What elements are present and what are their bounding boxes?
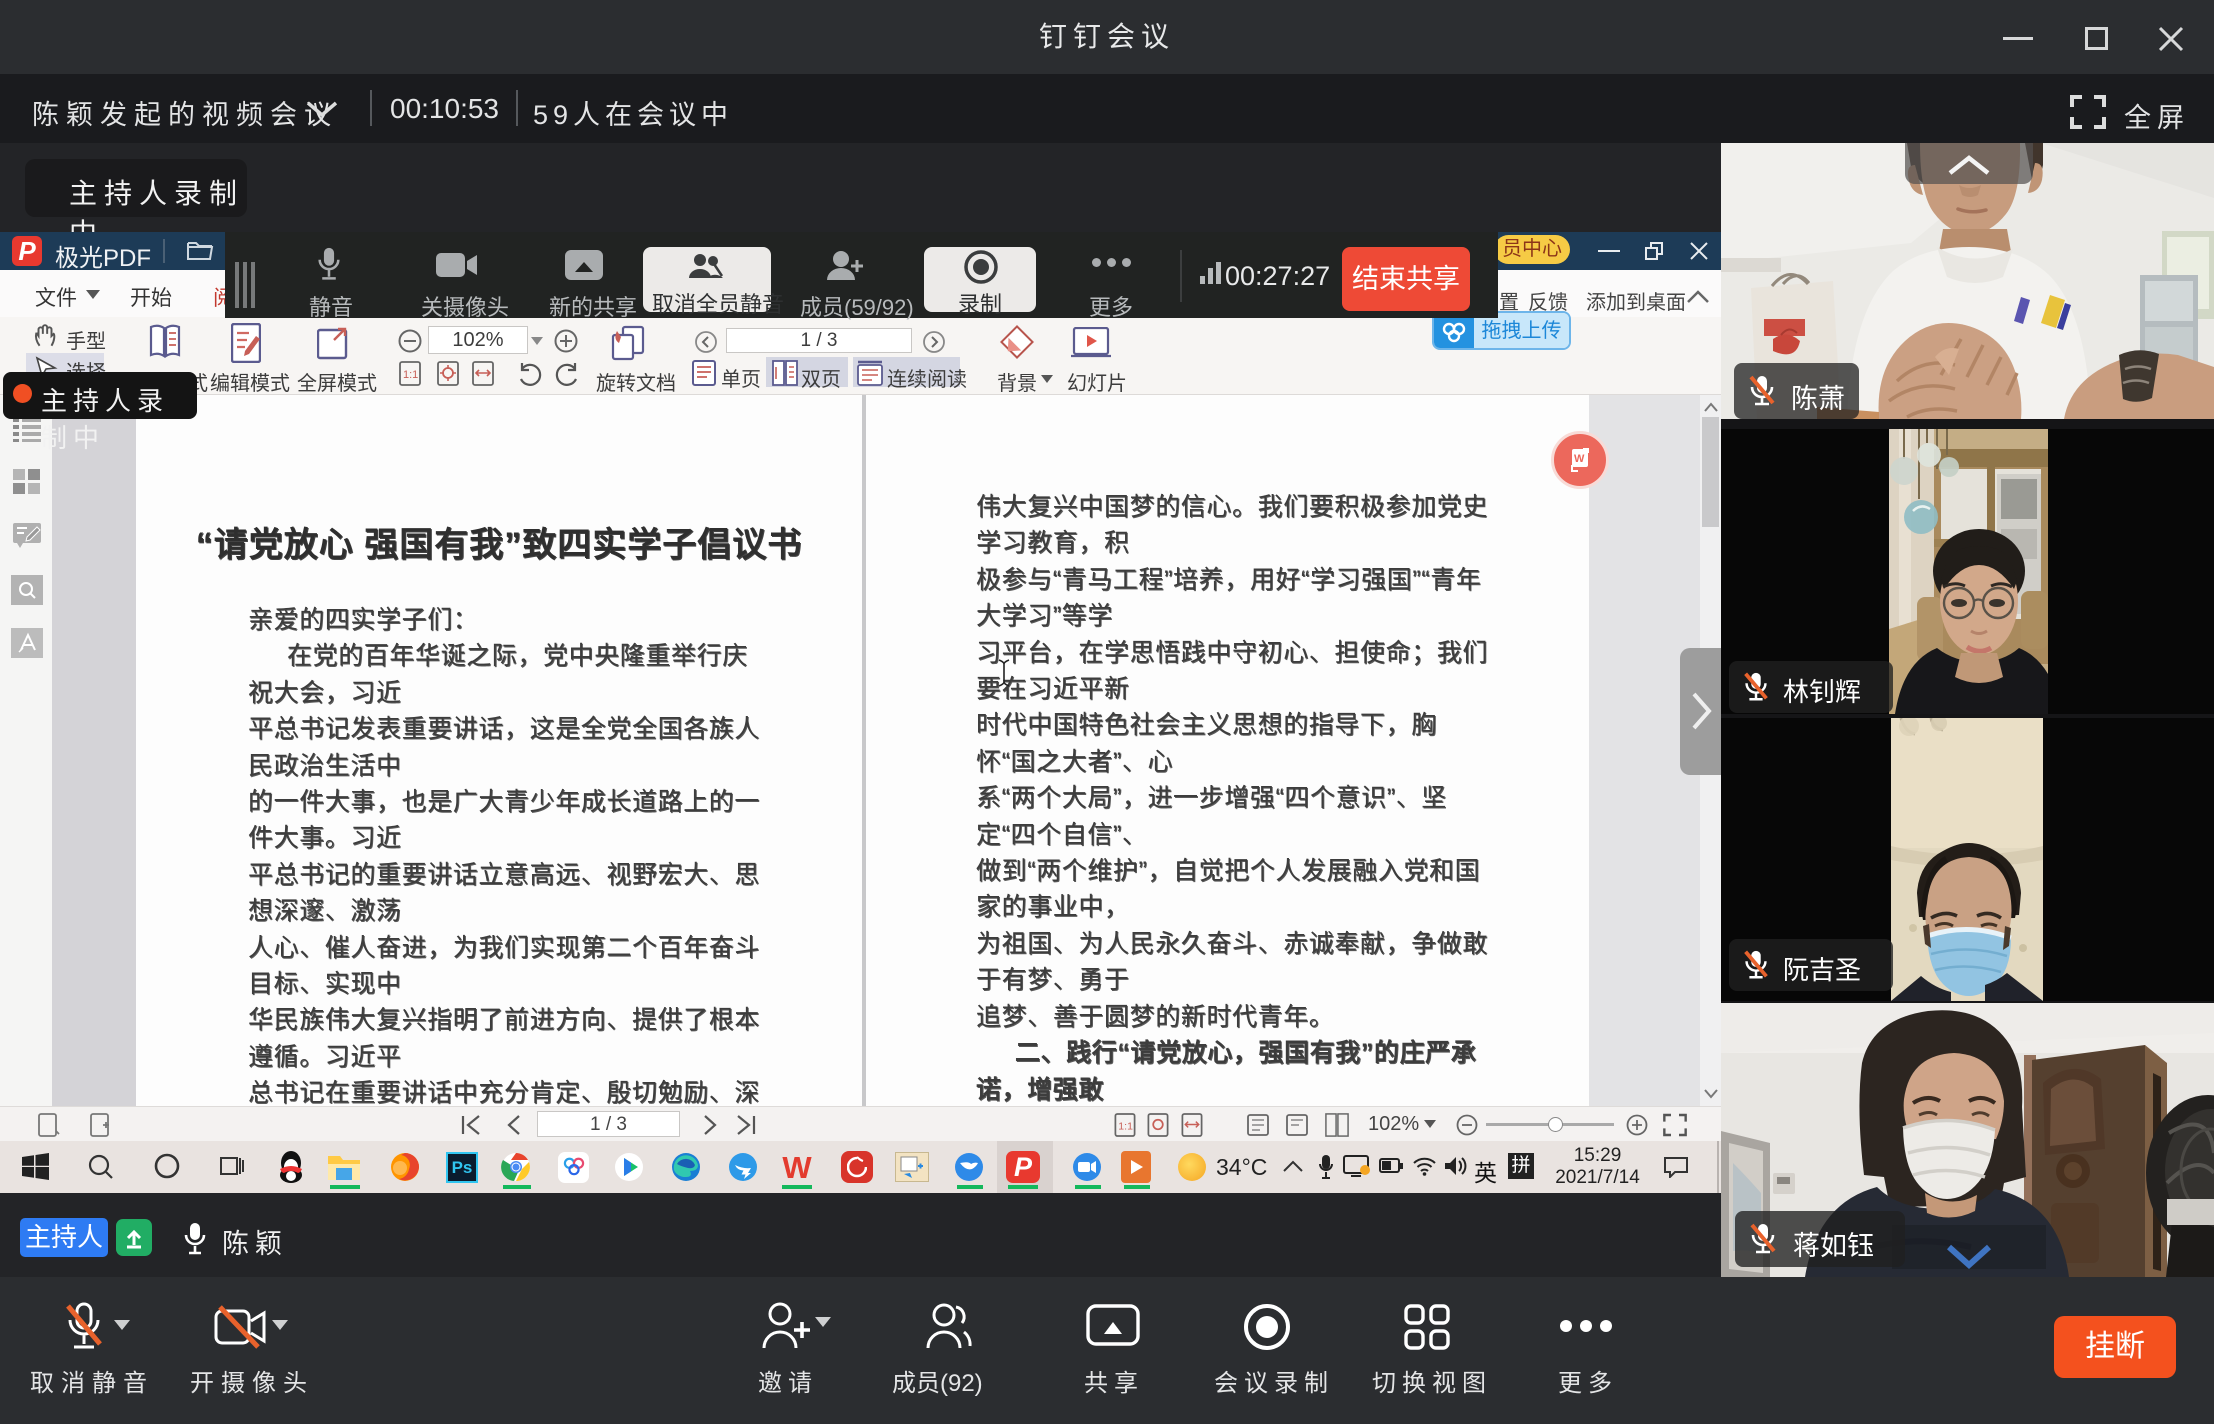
svg-text:1:1: 1:1 <box>403 369 418 381</box>
svg-text:1:1: 1:1 <box>1118 1120 1133 1132</box>
svg-text:W: W <box>1574 453 1585 465</box>
